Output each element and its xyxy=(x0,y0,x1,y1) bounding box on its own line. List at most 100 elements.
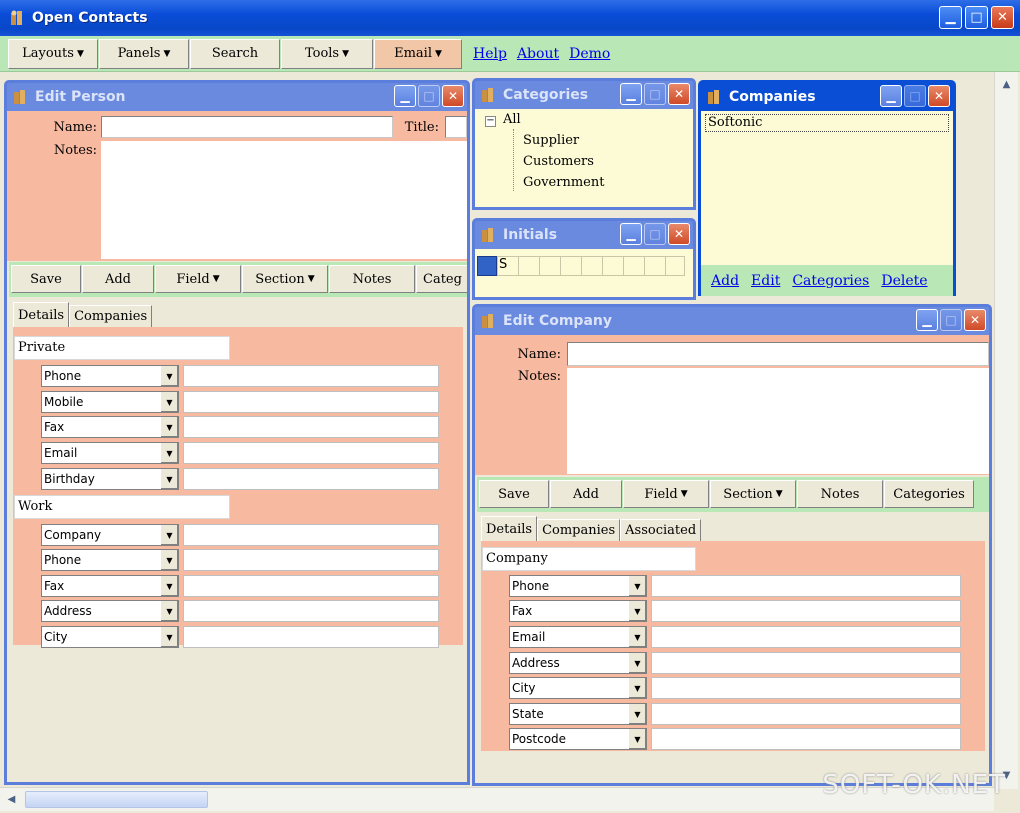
notes-button[interactable]: Notes xyxy=(797,480,883,508)
close-button[interactable]: ✕ xyxy=(991,6,1014,29)
company-categories-link[interactable]: Categories xyxy=(792,273,869,289)
close-button[interactable]: ✕ xyxy=(668,223,690,245)
maximize-button[interactable]: □ xyxy=(904,85,926,107)
company-field-value-input[interactable] xyxy=(651,600,961,622)
layouts-button[interactable]: Layouts ▼ xyxy=(8,38,98,69)
collapse-icon[interactable]: − xyxy=(485,116,496,127)
company-field-type-select[interactable]: Address ▼ xyxy=(509,652,647,674)
minimize-button[interactable]: ▁ xyxy=(916,309,938,331)
private-field-type-select[interactable]: Mobile ▼ xyxy=(41,391,179,413)
save-button[interactable]: Save xyxy=(11,265,81,293)
about-link[interactable]: About xyxy=(517,46,559,62)
scroll-left-icon[interactable]: ◀ xyxy=(2,790,21,809)
tree-item-supplier[interactable]: Supplier xyxy=(523,133,579,148)
close-button[interactable]: ✕ xyxy=(442,85,464,107)
section-button[interactable]: Section ▼ xyxy=(242,265,328,293)
edit-company-link[interactable]: Edit xyxy=(751,273,780,289)
horizontal-scroll-thumb[interactable] xyxy=(25,791,208,808)
company-field-type-select[interactable]: Email ▼ xyxy=(509,626,647,648)
maximize-button[interactable]: □ xyxy=(965,6,988,29)
maximize-button[interactable]: □ xyxy=(644,83,666,105)
close-button[interactable]: ✕ xyxy=(668,83,690,105)
initials-titlebar[interactable]: Initials ▁ □ ✕ xyxy=(475,221,693,249)
private-field-value-input[interactable] xyxy=(183,365,439,387)
company-field-value-input[interactable] xyxy=(651,575,961,597)
company-field-value-input[interactable] xyxy=(651,728,961,750)
work-field-value-input[interactable] xyxy=(183,600,439,622)
categories-button[interactable]: Categ xyxy=(416,265,467,293)
work-field-value-input[interactable] xyxy=(183,549,439,571)
maximize-button[interactable]: □ xyxy=(418,85,440,107)
tree-item-customers[interactable]: Customers xyxy=(523,154,594,169)
company-field-value-input[interactable] xyxy=(651,652,961,674)
work-field-type-select[interactable]: City ▼ xyxy=(41,626,179,648)
scroll-up-icon[interactable]: ▲ xyxy=(997,75,1016,94)
company-field-type-select[interactable]: State ▼ xyxy=(509,703,647,725)
tab-companies[interactable]: Companies xyxy=(537,519,621,541)
demo-link[interactable]: Demo xyxy=(569,46,610,62)
tools-button[interactable]: Tools ▼ xyxy=(281,38,373,69)
minimize-button[interactable]: ▁ xyxy=(880,85,902,107)
list-item[interactable]: Softonic xyxy=(705,114,949,132)
field-button[interactable]: Field ▼ xyxy=(155,265,241,293)
company-field-type-select[interactable]: Phone ▼ xyxy=(509,575,647,597)
work-field-value-input[interactable] xyxy=(183,575,439,597)
close-button[interactable]: ✕ xyxy=(928,85,950,107)
private-field-value-input[interactable] xyxy=(183,468,439,490)
categories-button[interactable]: Categories xyxy=(884,480,974,508)
search-button[interactable]: Search xyxy=(190,38,280,69)
vertical-scrollbar[interactable]: ▲ ▼ xyxy=(994,72,1018,789)
work-field-type-select[interactable]: Fax ▼ xyxy=(41,575,179,597)
work-field-type-select[interactable]: Phone ▼ xyxy=(41,549,179,571)
email-button[interactable]: Email ▼ xyxy=(374,38,462,69)
minimize-button[interactable]: ▁ xyxy=(394,85,416,107)
private-field-type-select[interactable]: Birthday ▼ xyxy=(41,468,179,490)
company-name-input[interactable] xyxy=(567,342,989,366)
company-field-type-select[interactable]: Postcode ▼ xyxy=(509,728,647,750)
private-field-type-select[interactable]: Phone ▼ xyxy=(41,365,179,387)
maximize-button[interactable]: □ xyxy=(940,309,962,331)
add-button[interactable]: Add xyxy=(82,265,154,293)
tree-item-all[interactable]: All xyxy=(503,112,521,127)
minimize-button[interactable]: ▁ xyxy=(620,223,642,245)
company-field-value-input[interactable] xyxy=(651,626,961,648)
company-field-value-input[interactable] xyxy=(651,677,961,699)
tree-item-government[interactable]: Government xyxy=(523,175,604,190)
private-field-value-input[interactable] xyxy=(183,416,439,438)
edit-person-titlebar[interactable]: Edit Person ▁ □ ✕ xyxy=(7,83,467,111)
add-button[interactable]: Add xyxy=(550,480,622,508)
company-field-type-select[interactable]: City ▼ xyxy=(509,677,647,699)
categories-titlebar[interactable]: Categories ▁ □ ✕ xyxy=(475,81,693,109)
work-field-type-select[interactable]: Address ▼ xyxy=(41,600,179,622)
work-field-value-input[interactable] xyxy=(183,626,439,648)
tab-companies[interactable]: Companies xyxy=(69,305,153,327)
save-button[interactable]: Save xyxy=(479,480,549,508)
tab-details[interactable]: Details xyxy=(13,302,70,327)
person-name-input[interactable] xyxy=(101,116,393,138)
tab-details[interactable]: Details xyxy=(481,516,538,541)
private-field-value-input[interactable] xyxy=(183,442,439,464)
company-field-type-select[interactable]: Fax ▼ xyxy=(509,600,647,622)
minimize-button[interactable]: ▁ xyxy=(620,83,642,105)
companies-titlebar[interactable]: Companies ▁ □ ✕ xyxy=(701,83,953,111)
work-field-value-input[interactable] xyxy=(183,524,439,546)
private-field-value-input[interactable] xyxy=(183,391,439,413)
section-button[interactable]: Section ▼ xyxy=(710,480,796,508)
company-notes-textarea[interactable] xyxy=(567,368,989,474)
maximize-button[interactable]: □ xyxy=(644,223,666,245)
help-link[interactable]: Help xyxy=(473,46,507,62)
add-company-link[interactable]: Add xyxy=(711,273,739,289)
close-button[interactable]: ✕ xyxy=(964,309,986,331)
delete-company-link[interactable]: Delete xyxy=(881,273,927,289)
minimize-button[interactable]: ▁ xyxy=(939,6,962,29)
private-field-type-select[interactable]: Email ▼ xyxy=(41,442,179,464)
notes-button[interactable]: Notes xyxy=(329,265,415,293)
field-button[interactable]: Field ▼ xyxy=(623,480,709,508)
person-notes-textarea[interactable] xyxy=(101,141,467,259)
private-field-type-select[interactable]: Fax ▼ xyxy=(41,416,179,438)
panels-button[interactable]: Panels ▼ xyxy=(99,38,189,69)
initial-selected-cell[interactable] xyxy=(477,256,497,276)
work-field-type-select[interactable]: Company ▼ xyxy=(41,524,179,546)
tab-associated[interactable]: Associated xyxy=(620,519,702,541)
person-title-input[interactable] xyxy=(445,116,467,138)
